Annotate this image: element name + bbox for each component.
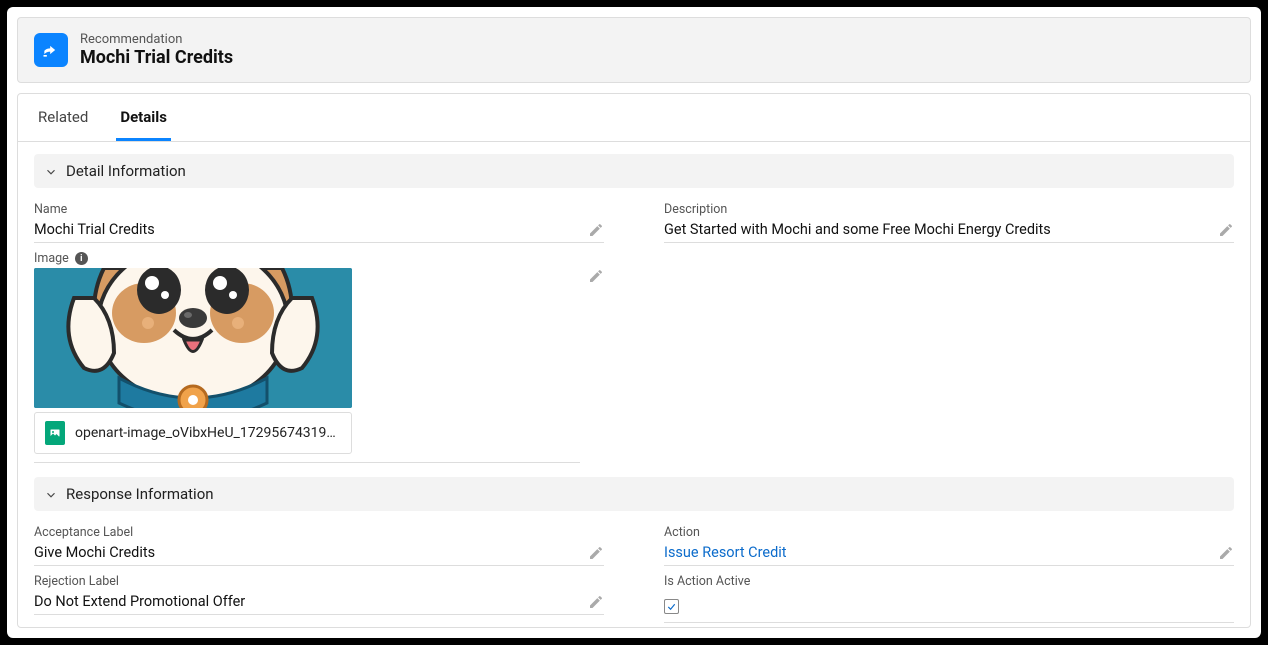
edit-description-button[interactable] [1218,222,1234,238]
tab-related[interactable]: Related [34,94,92,141]
field-value-action[interactable]: Issue Resort Credit [664,544,787,561]
field-label-description: Description [664,200,1234,219]
chevron-down-icon [44,487,58,501]
field-is-action-active: Is Action Active [664,566,1234,623]
info-icon[interactable]: i [75,252,88,265]
image-file-icon [45,421,65,445]
tab-details[interactable]: Details [116,94,171,141]
object-label: Recommendation [80,32,233,47]
field-value-acceptance: Give Mochi Credits [34,544,155,561]
sections: Detail Information Name Mochi Trial Cred… [18,142,1250,628]
field-label-acceptance: Acceptance Label [34,523,604,542]
image-file-name: openart-image_oVibxHeU_17295674319… [75,425,336,441]
is-action-active-checkbox [664,599,679,614]
field-value-name: Mochi Trial Credits [34,221,155,238]
field-rejection-label: Rejection Label Do Not Extend Promotiona… [34,566,604,615]
chevron-down-icon [44,164,58,178]
section-body-detail-info: Name Mochi Trial Credits Image [34,188,1234,473]
section-title: Detail Information [66,162,186,180]
section-title: Response Information [66,485,214,503]
field-label-is-action-active: Is Action Active [664,572,1234,591]
record-header-text: Recommendation Mochi Trial Credits [80,32,233,68]
field-label-name: Name [34,200,604,219]
section-header-response-info[interactable]: Response Information [34,477,1234,511]
image-file-link[interactable]: openart-image_oVibxHeU_17295674319… [34,412,352,454]
detail-card: Related Details Detail Information Name [17,93,1251,628]
image-thumbnail[interactable] [34,268,352,408]
field-value-rejection: Do Not Extend Promotional Offer [34,593,245,610]
edit-rejection-button[interactable] [588,594,604,610]
edit-action-button[interactable] [1218,545,1234,561]
edit-image-button[interactable] [588,268,604,284]
record-header: Recommendation Mochi Trial Credits [17,17,1251,83]
tabs: Related Details [18,94,1250,142]
field-label-action: Action [664,523,1234,542]
recommendation-icon [34,33,68,67]
field-acceptance-label: Acceptance Label Give Mochi Credits [34,517,604,566]
field-description: Description Get Started with Mochi and s… [664,194,1234,243]
field-value-description: Get Started with Mochi and some Free Moc… [664,221,1051,238]
field-image: Image i [34,243,604,463]
section-header-detail-info[interactable]: Detail Information [34,154,1234,188]
field-action: Action Issue Resort Credit [664,517,1234,566]
record-page: Recommendation Mochi Trial Credits Relat… [7,7,1261,638]
field-label-rejection: Rejection Label [34,572,604,591]
section-body-response-info: Acceptance Label Give Mochi Credits Reje… [34,511,1234,628]
edit-name-button[interactable] [588,222,604,238]
field-label-image: Image i [34,249,604,268]
field-name: Name Mochi Trial Credits [34,194,604,243]
record-title: Mochi Trial Credits [80,47,233,68]
edit-acceptance-button[interactable] [588,545,604,561]
